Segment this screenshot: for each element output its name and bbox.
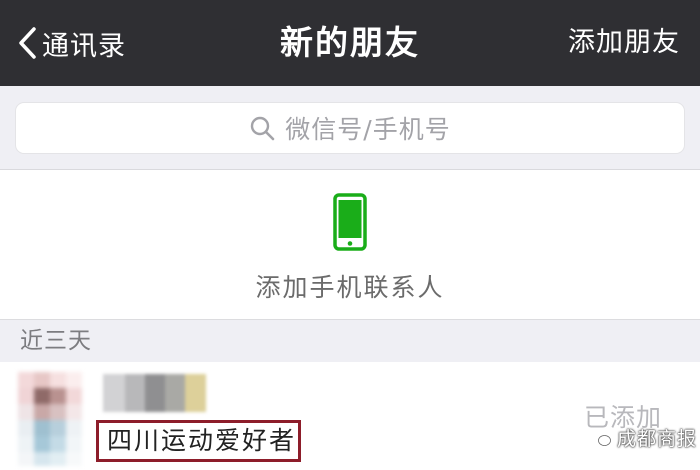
watermark: 成都商报	[590, 424, 697, 451]
section-label: 近三天	[20, 328, 92, 354]
search-placeholder: 微信号/手机号	[285, 115, 451, 144]
friend-request-item[interactable]: 四川运动爱好者 已添加	[0, 362, 700, 470]
watermark-text: 成都商报	[617, 428, 698, 450]
highlighted-note: 四川运动爱好者	[96, 420, 301, 462]
back-button-label: 通讯录	[42, 30, 126, 62]
add-friend-button[interactable]: 添加朋友	[568, 0, 680, 86]
section-header-recent: 近三天	[0, 320, 700, 362]
avatar	[18, 372, 82, 466]
add-phone-contacts-label: 添加手机联系人	[255, 273, 445, 302]
add-phone-contacts-button[interactable]: 添加手机联系人	[0, 170, 700, 320]
search-input[interactable]: 微信号/手机号	[15, 102, 685, 154]
search-icon	[251, 116, 275, 141]
pixelated-nickname	[103, 374, 206, 412]
chevron-left-icon	[19, 27, 36, 59]
navigation-bar: 通讯录 新的朋友 添加朋友	[0, 0, 700, 86]
back-button[interactable]: 通讯录	[18, 0, 126, 86]
mobile-phone-icon	[333, 193, 367, 251]
friend-note: 四川运动爱好者	[107, 426, 297, 455]
search-bar: 微信号/手机号	[0, 86, 700, 170]
wechat-icon	[590, 428, 611, 446]
